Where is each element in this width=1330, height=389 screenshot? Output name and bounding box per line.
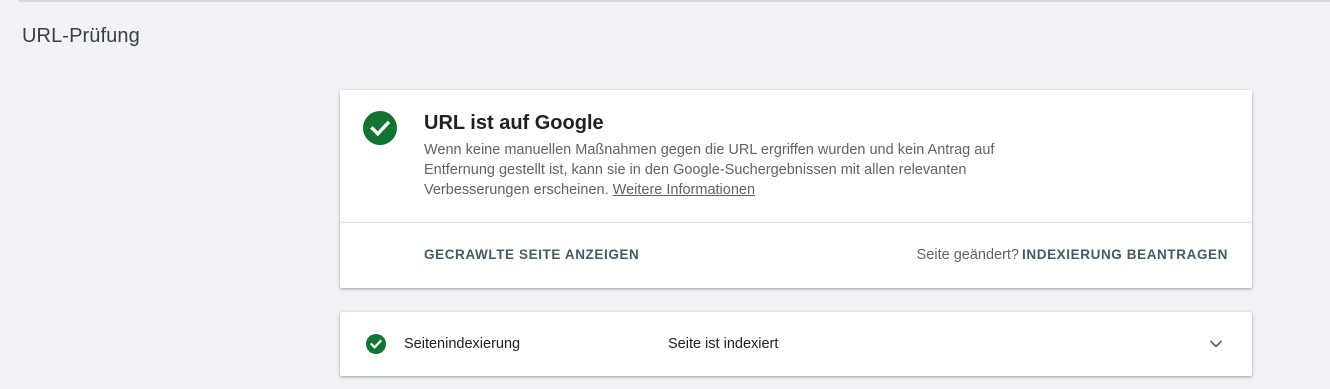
view-crawled-page-button[interactable]: GECRAWLTE SEITE ANZEIGEN: [424, 246, 639, 264]
chevron-down-icon[interactable]: [1206, 334, 1226, 354]
status-title: URL ist auf Google: [424, 112, 604, 134]
request-indexing-button[interactable]: INDEXIERUNG BEANTRAGEN: [1022, 246, 1228, 264]
check-circle-icon: [366, 334, 386, 354]
page-changed-label: Seite geändert?: [916, 247, 1019, 263]
page-indexing-status: Seite ist indexiert: [668, 336, 779, 352]
url-status-card: URL ist auf Google Wenn keine manuellen …: [340, 90, 1252, 288]
page-indexing-label: Seitenindexierung: [404, 336, 521, 352]
page-indexing-row[interactable]: Seitenindexierung Seite ist indexiert: [340, 312, 1252, 376]
page-title: URL-Prüfung: [22, 25, 140, 47]
card-divider: [340, 222, 1252, 223]
more-info-link[interactable]: Weitere Informationen: [613, 182, 755, 198]
status-description: Wenn keine manuellen Maßnahmen gegen die…: [424, 140, 1004, 200]
top-divider: [18, 0, 1330, 2]
check-circle-icon: [363, 111, 397, 145]
